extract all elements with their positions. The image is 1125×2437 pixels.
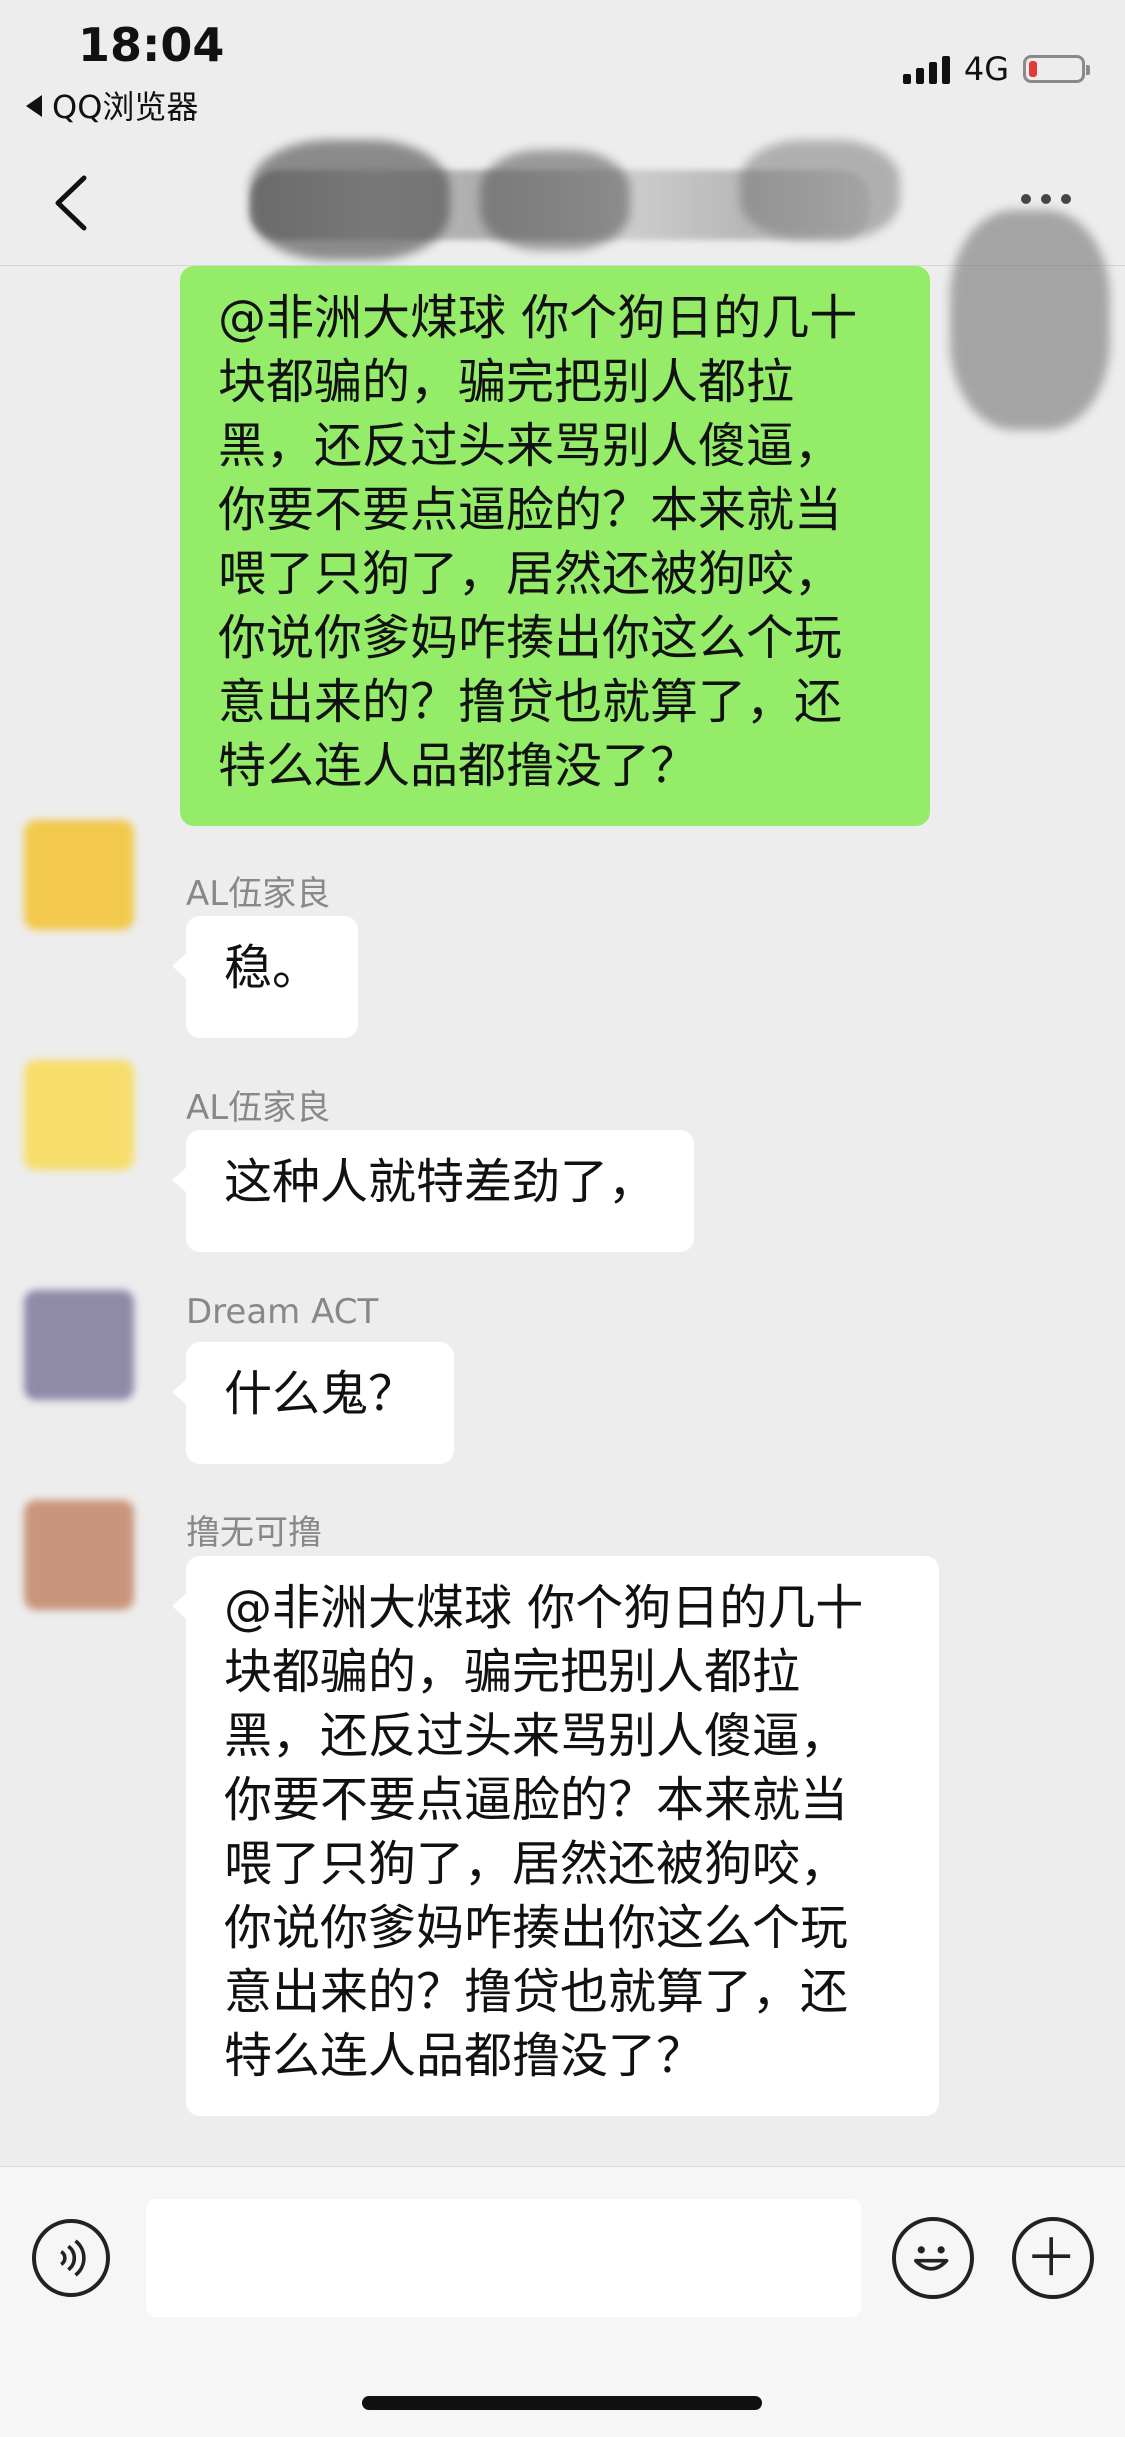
message-bubble-outgoing[interactable]: @非洲大煤球 你个狗日的几十 块都骗的，骗完把别人都拉 黑，还反过头来骂别人傻逼…: [180, 266, 930, 826]
back-triangle-icon: [26, 95, 42, 117]
home-indicator[interactable]: [362, 2396, 762, 2410]
signal-icon: [902, 54, 950, 84]
message-bubble-incoming[interactable]: 稳。: [171, 916, 359, 1038]
redaction-scribble: [250, 140, 450, 260]
plus-icon[interactable]: [1012, 2217, 1094, 2299]
message-text: @非洲大煤球 你个狗日的几十 块都骗的，骗完把别人都拉 黑，还反过头来骂别人傻逼…: [218, 290, 858, 794]
message-text: @非洲大煤球 你个狗日的几十 块都骗的，骗完把别人都拉 黑，还反过头来骂别人傻逼…: [224, 1580, 864, 2084]
sender-name: AL伍家良: [186, 874, 331, 914]
battery-icon: [1023, 55, 1090, 83]
avatar[interactable]: [24, 1060, 134, 1170]
redaction-scribble: [480, 150, 630, 250]
message-bubble-incoming[interactable]: 什么鬼？: [171, 1342, 455, 1464]
message-text: 什么鬼？: [224, 1366, 417, 1422]
sender-name: 撸无可撸: [186, 1513, 322, 1553]
back-to-app-link[interactable]: QQ浏览器: [26, 82, 198, 128]
network-label: 4G: [963, 50, 1009, 88]
voice-icon[interactable]: [32, 2219, 110, 2297]
emoji-icon[interactable]: [892, 2217, 974, 2299]
sender-name: AL伍家良: [186, 1088, 331, 1128]
message-bubble-incoming[interactable]: @非洲大煤球 你个狗日的几十 块都骗的，骗完把别人都拉 黑，还反过头来骂别人傻逼…: [172, 1556, 939, 2116]
avatar[interactable]: [24, 1290, 134, 1400]
sender-name: Dream ACT: [186, 1292, 379, 1332]
redaction-scribble: [950, 210, 1110, 430]
more-dots-icon[interactable]: [1021, 194, 1071, 204]
message-text: 这种人就特差劲了，: [224, 1154, 657, 1210]
message-input[interactable]: [146, 2199, 861, 2317]
message-bubble-incoming[interactable]: 这种人就特差劲了，: [171, 1130, 695, 1252]
avatar[interactable]: [24, 820, 134, 930]
status-indicators: 4G: [902, 50, 1090, 88]
message-text: 稳。: [224, 940, 321, 996]
back-app-label: QQ浏览器: [52, 88, 199, 126]
redaction-scribble: [740, 140, 900, 240]
status-time: 18:04: [78, 18, 225, 72]
avatar[interactable]: [24, 1500, 134, 1610]
chevron-left-icon[interactable]: [40, 168, 110, 238]
